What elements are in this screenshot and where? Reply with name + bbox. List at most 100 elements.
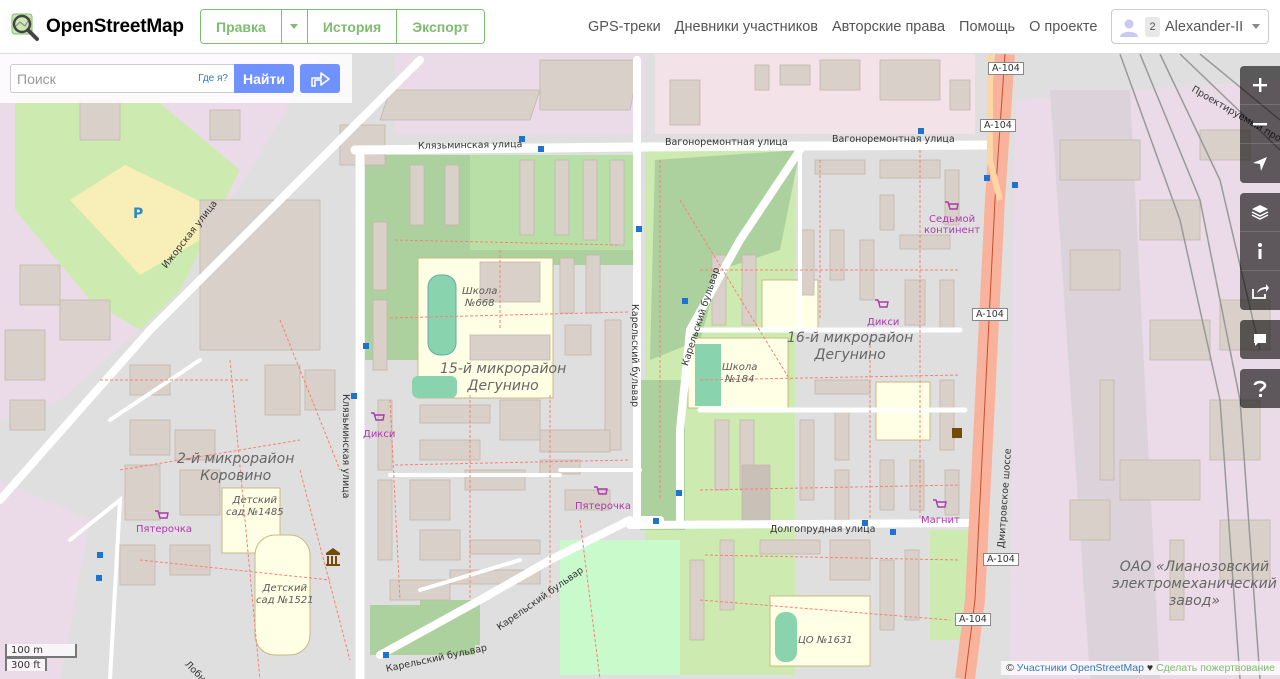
shop-label-line: Седьмой: [928, 214, 976, 225]
layers-button[interactable]: [1240, 193, 1280, 232]
directions-button[interactable]: [300, 64, 340, 93]
share-icon: [1252, 283, 1269, 299]
road-label: Карельский бульвар: [629, 304, 640, 408]
building-label-line: Школа: [722, 362, 758, 373]
nav-about[interactable]: О проекте: [1029, 19, 1097, 35]
user-menu[interactable]: 2 Alexander-II: [1111, 9, 1269, 44]
district-line: 2-й микрорайон: [177, 451, 295, 467]
secondary-nav: GPS-треки Дневники участников Авторские …: [588, 0, 1097, 54]
search-bar: Где я? Найти: [0, 54, 352, 103]
avatar: [1118, 16, 1140, 38]
map-tiles: [0, 54, 1280, 679]
search-input[interactable]: [11, 65, 181, 92]
inbox-count-badge: 2: [1145, 16, 1160, 37]
district-line: 16-й микрорайон: [787, 330, 914, 346]
scale-bar: 100 m 300 ft: [5, 644, 77, 671]
location-arrow-icon: [1253, 156, 1267, 171]
query-features-button[interactable]: [1240, 369, 1280, 408]
contributors-link[interactable]: Участники OpenStreetMap: [1017, 662, 1144, 674]
search-submit-button[interactable]: Найти: [234, 64, 294, 93]
header: OpenStreetMap Правка История Экспорт GPS…: [0, 0, 1280, 54]
share-button[interactable]: [1240, 271, 1280, 310]
district-line: Дегунино: [467, 377, 539, 394]
where-am-i-link[interactable]: Где я?: [198, 73, 228, 84]
district-line: Коровино: [200, 467, 272, 484]
history-button[interactable]: История: [307, 10, 398, 43]
zoom-in-button[interactable]: [1240, 66, 1280, 105]
building-label-line: №668: [464, 297, 495, 309]
chevron-down-icon: [290, 24, 299, 29]
factory-label-line: электромеханический: [1112, 575, 1277, 592]
locate-button[interactable]: [1240, 144, 1280, 183]
building-label-line: сад №1485: [226, 506, 284, 518]
shop-label: Пятерочка: [575, 501, 632, 512]
building-label-line: Детский: [232, 495, 277, 506]
edit-dropdown-toggle[interactable]: [281, 10, 308, 43]
route-shield: A-104: [988, 62, 1024, 75]
road-label: Клязьминская улица: [340, 394, 351, 499]
edit-button-group: Правка История Экспорт: [200, 9, 486, 44]
district-line: Дегунино: [814, 346, 886, 363]
district-line: 15-й микрорайон: [440, 361, 567, 377]
nav-gps-traces[interactable]: GPS-треки: [588, 19, 661, 35]
zoom-out-button[interactable]: [1240, 105, 1280, 144]
heart-icon: ♥: [1146, 662, 1154, 674]
map-tools: [1240, 193, 1280, 310]
route-shield: A-104: [972, 308, 1008, 321]
factory-label-line: ОАО «Лианозовский: [1119, 559, 1270, 575]
minus-icon: [1253, 123, 1267, 126]
building-label: ЦО №1631: [798, 635, 853, 646]
osm-magnifier-icon: [11, 13, 39, 41]
search-box: Где я?: [10, 64, 234, 93]
help-controls: [1240, 369, 1280, 408]
district-label: 16-й микрорайон Дегунино: [787, 330, 913, 364]
comment-icon: [1254, 333, 1266, 346]
factory-label-line: завод»: [1168, 592, 1220, 609]
parking-label: P: [133, 206, 144, 222]
nav-help[interactable]: Помощь: [959, 19, 1015, 35]
map-canvas[interactable]: Клязьминская улица Вагоноремонтная улица…: [0, 54, 1280, 679]
road-label: Клязьминская улица: [417, 139, 523, 152]
building-label: Детский сад №1485: [226, 495, 284, 518]
building-label-line: №184: [724, 373, 755, 385]
donate-link[interactable]: Сделать пожертвование: [1156, 662, 1275, 674]
shop-label: Седьмой континент: [924, 214, 980, 236]
copyright-symbol: ©: [1006, 662, 1014, 674]
shop-label: Дикси: [363, 429, 396, 440]
nav-diaries[interactable]: Дневники участников: [675, 19, 818, 35]
building-label-line: Школа: [462, 286, 498, 297]
road-label: Вагоноремонтная улица: [832, 134, 955, 145]
nav-copyright[interactable]: Авторские права: [832, 19, 945, 35]
shop-label-line: континент: [924, 225, 981, 236]
export-button[interactable]: Экспорт: [397, 10, 485, 43]
building-label-line: сад №1521: [256, 594, 314, 606]
road-label: Вагоноремонтная улица: [665, 137, 788, 148]
logo[interactable]: OpenStreetMap: [10, 10, 184, 44]
road-label: Долгопрудная улица: [770, 524, 876, 535]
shop-label: Магнит: [921, 515, 960, 526]
layers-icon: [1251, 205, 1269, 220]
add-note-button[interactable]: [1240, 320, 1280, 359]
map-key-button[interactable]: [1240, 232, 1280, 271]
district-label: 15-й микрорайон Дегунино: [440, 361, 566, 395]
directions-icon: [311, 71, 330, 87]
zoom-controls: [1240, 66, 1280, 183]
building-label: Детский сад №1521: [256, 583, 314, 606]
shop-label: Пятерочка: [136, 524, 193, 535]
scale-imperial: 300 ft: [5, 657, 47, 671]
map-controls: [1240, 66, 1280, 418]
user-icon: [1120, 19, 1138, 37]
scale-metric: 100 m: [5, 644, 77, 658]
route-shield: A-104: [980, 119, 1016, 132]
building-label: Школа №668: [462, 286, 497, 309]
factory-label: ОАО «Лианозовский электромеханический за…: [1112, 559, 1277, 609]
route-shield: A-104: [955, 613, 991, 626]
building-label-line: Детский: [262, 583, 307, 594]
attribution: © Участники OpenStreetMap ♥ Сделать поже…: [1001, 661, 1280, 675]
building-label: Школа №184: [722, 362, 757, 385]
edit-button[interactable]: Правка: [201, 10, 282, 43]
question-icon: [1253, 380, 1267, 397]
chevron-down-icon: [1252, 24, 1261, 29]
route-shield: A-104: [983, 553, 1019, 566]
logo-text: OpenStreetMap: [46, 16, 184, 37]
